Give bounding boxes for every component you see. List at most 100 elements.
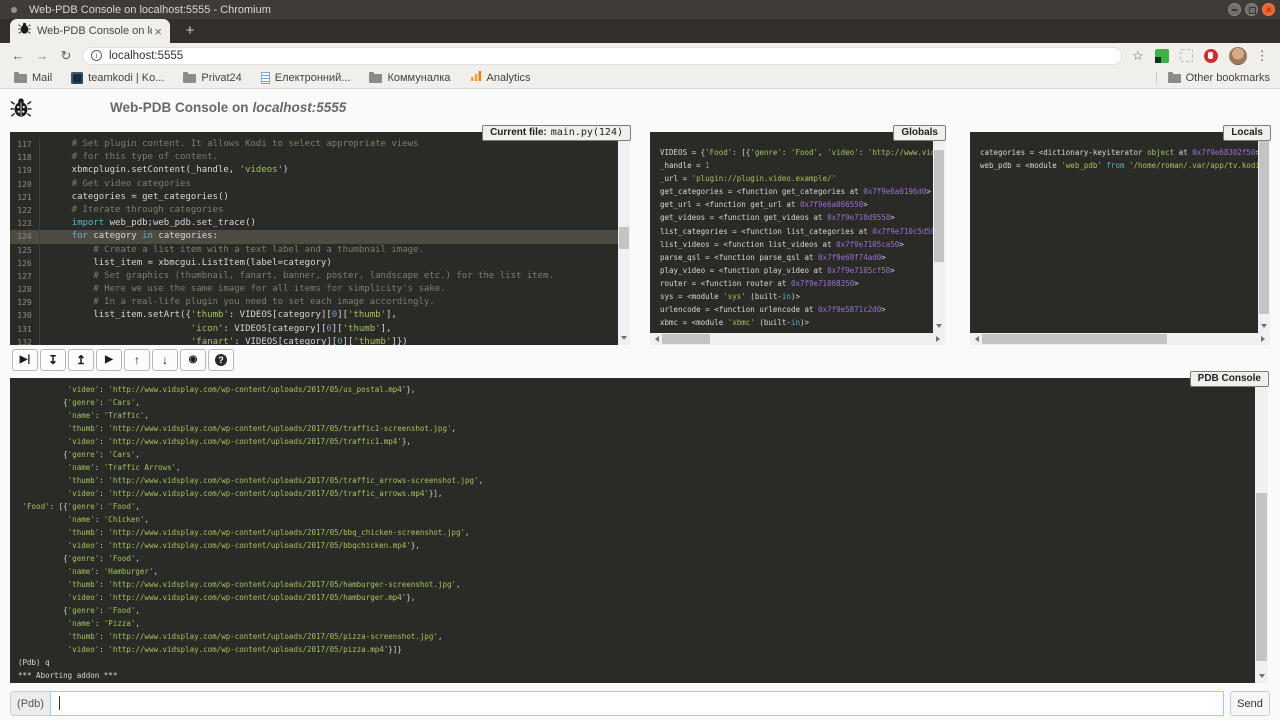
scrollbar-thumb[interactable]	[982, 334, 1167, 344]
scroll-right-arrow-icon[interactable]	[936, 336, 943, 342]
code-scrollbar-vertical[interactable]	[618, 132, 630, 345]
bookmark-item-privat24[interactable]: Privat24	[183, 72, 241, 84]
url-text: localhost:5555	[109, 50, 183, 62]
code-line: 119 xbmcplugin.setContent(_handle, 'vide…	[10, 164, 618, 177]
extension-icon-red-hand[interactable]	[1204, 49, 1218, 63]
console-line: 'video': 'http://www.vidsplay.com/wp-con…	[18, 435, 1255, 448]
console-line: 'name': 'Chicken',	[18, 513, 1255, 526]
locals-scrollbar-horizontal[interactable]	[970, 333, 1270, 345]
scrollbar-thumb[interactable]	[934, 150, 944, 262]
console-line: 'name': 'Traffic',	[18, 409, 1255, 422]
scroll-down-arrow-icon[interactable]	[621, 336, 627, 343]
bookmark-item-kommunalka[interactable]: Коммуналка	[369, 72, 450, 84]
scrollbar-thumb[interactable]	[662, 334, 710, 344]
reload-icon[interactable]: ↻	[54, 48, 78, 64]
close-button[interactable]	[1262, 3, 1275, 16]
new-tab-button[interactable]: +	[178, 21, 202, 41]
line-number: 126	[10, 257, 40, 270]
scrollbar-thumb[interactable]	[1256, 493, 1267, 661]
current-file-panel: Current file:main.py(124) 117 # Set plug…	[10, 132, 630, 345]
bookmark-item-electronic[interactable]: Електронний...	[261, 72, 351, 84]
step-button[interactable]: ↧	[40, 349, 66, 371]
globals-scrollbar-horizontal[interactable]	[650, 333, 945, 345]
console-line: 'thumb': 'http://www.vidsplay.com/wp-con…	[18, 474, 1255, 487]
locals-line: categories = <dictionary-keyiterator obj…	[980, 146, 1258, 159]
forward-icon[interactable]: →	[30, 48, 54, 63]
globals-line: xbmc = <module 'xbmc' (built-in)>	[660, 316, 933, 329]
profile-avatar[interactable]	[1229, 47, 1247, 65]
pdb-command-input[interactable]	[50, 691, 1224, 716]
bookmark-item-analytics[interactable]: Analytics	[470, 69, 531, 87]
globals-listing: VIDEOS = {'Food': [{'genre': 'Food', 'vi…	[650, 132, 933, 333]
console-line: 'video': 'http://www.vidsplay.com/wp-con…	[18, 643, 1255, 656]
site-info-icon[interactable]: i	[91, 50, 102, 61]
bookmark-item-teamkodi[interactable]: teamkodi | Ko...	[71, 72, 164, 84]
globals-line: list_categories = <function list_categor…	[660, 225, 933, 238]
scroll-left-arrow-icon[interactable]	[652, 336, 659, 342]
url-bar[interactable]: i localhost:5555	[82, 47, 1122, 65]
help-button[interactable]: ?	[208, 349, 234, 371]
console-line: 'thumb': 'http://www.vidsplay.com/wp-con…	[18, 422, 1255, 435]
scroll-down-arrow-icon[interactable]	[1261, 324, 1267, 331]
bookmarks-bar: Mail teamkodi | Ko... Privat24 Електронн…	[0, 68, 1280, 89]
line-number: 129	[10, 296, 40, 309]
scroll-down-arrow-icon[interactable]	[1259, 674, 1265, 681]
code-line: 122 # Iterate through categories	[10, 204, 618, 217]
line-number: 128	[10, 283, 40, 296]
code-line: 120 # Get video categories	[10, 178, 618, 191]
globals-line: get_videos = <function get_videos at 0x7…	[660, 211, 933, 224]
down-button[interactable]: ↓	[152, 349, 178, 371]
line-number: 118	[10, 151, 40, 164]
app-icon	[11, 7, 17, 13]
console-output: 'video': 'http://www.vidsplay.com/wp-con…	[10, 378, 1255, 683]
console-line: *** Aborting addon ***	[18, 669, 1255, 682]
code-line: 127 # Set graphics (thumbnail, fanart, b…	[10, 270, 618, 283]
console-line: 'Food': [{'genre': 'Food',	[18, 500, 1255, 513]
folder-icon	[14, 74, 27, 83]
line-number: 123	[10, 217, 40, 230]
browser-menu-icon[interactable]: ⋮	[1256, 48, 1269, 64]
locals-scrollbar-vertical[interactable]	[1258, 132, 1270, 333]
tab-close-icon[interactable]: ×	[152, 25, 164, 38]
current-file-tag: Current file:main.py(124)	[482, 125, 631, 141]
scrollbar-thumb[interactable]	[619, 227, 629, 249]
maximize-button[interactable]	[1245, 3, 1258, 16]
next-button[interactable]: ▶|	[12, 349, 38, 371]
extension-icon-dashed[interactable]	[1180, 49, 1193, 62]
bookmarks-divider	[1156, 72, 1157, 84]
console-line: 'thumb': 'http://www.vidsplay.com/wp-con…	[18, 526, 1255, 539]
pdb-console-panel: PDB Console 'video': 'http://www.vidspla…	[10, 378, 1268, 683]
extension-icon-green[interactable]	[1155, 49, 1169, 63]
scroll-left-arrow-icon[interactable]	[972, 336, 979, 342]
browser-tab[interactable]: Web-PDB Console on loca ×	[10, 19, 170, 43]
code-line: 130 list_item.setArt({'thumb': VIDEOS[ca…	[10, 309, 618, 322]
return-button[interactable]: ↥	[68, 349, 94, 371]
send-button[interactable]: Send	[1230, 691, 1270, 716]
console-scrollbar-vertical[interactable]	[1255, 378, 1268, 683]
line-number: 127	[10, 270, 40, 283]
where-button[interactable]: ◉	[180, 349, 206, 371]
line-number: 124	[10, 230, 40, 243]
console-line: {'genre': 'Cars',	[18, 396, 1255, 409]
scrollbar-thumb[interactable]	[1259, 134, 1269, 314]
globals-line: _handle = 1	[660, 159, 933, 172]
folder-icon	[183, 74, 196, 83]
up-button[interactable]: ↑	[124, 349, 150, 371]
globals-tag: Globals	[893, 125, 946, 141]
scroll-down-arrow-icon[interactable]	[936, 324, 942, 331]
folder-icon	[369, 74, 382, 83]
console-line: 'video': 'http://www.vidsplay.com/wp-con…	[18, 383, 1255, 396]
line-number: 130	[10, 309, 40, 322]
scroll-right-arrow-icon[interactable]	[1261, 336, 1268, 342]
window-title: Web-PDB Console on localhost:5555 - Chro…	[29, 4, 271, 16]
globals-scrollbar-vertical[interactable]	[933, 132, 945, 333]
continue-button[interactable]: ▶	[96, 349, 122, 371]
globals-line: VIDEOS = {'Food': [{'genre': 'Food', 'vi…	[660, 146, 933, 159]
bookmark-item-mail[interactable]: Mail	[14, 72, 52, 84]
code-line: 126 list_item = xbmcgui.ListItem(label=c…	[10, 257, 618, 270]
minimize-button[interactable]	[1228, 3, 1241, 16]
back-icon[interactable]: ←	[6, 48, 30, 63]
other-bookmarks-button[interactable]: Other bookmarks	[1168, 72, 1270, 84]
line-number: 119	[10, 164, 40, 177]
bookmark-star-icon[interactable]: ☆	[1132, 48, 1144, 64]
